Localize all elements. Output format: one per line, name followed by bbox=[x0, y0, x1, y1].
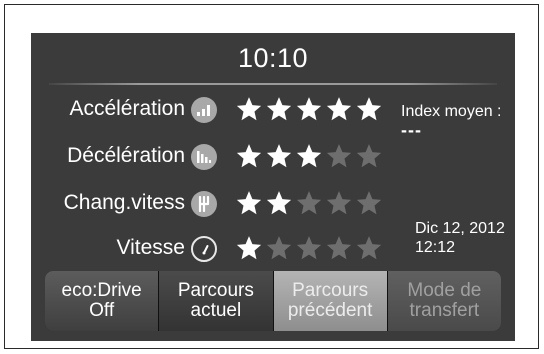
tab-parcours-precedent[interactable]: Parcours précédent bbox=[273, 271, 388, 331]
metric-row-gearshift: Chang.vitess bbox=[31, 187, 401, 221]
display-screen: 10:10 Accélération Décélération Chang.vi… bbox=[31, 33, 515, 341]
metric-label: Décélération bbox=[67, 144, 185, 167]
star-filled-icon bbox=[266, 144, 292, 168]
star-empty-icon bbox=[326, 191, 352, 215]
metric-row-speed: Vitesse bbox=[31, 232, 401, 266]
star-empty-icon bbox=[356, 144, 382, 168]
tab-line2: actuel bbox=[190, 300, 242, 321]
metric-label: Vitesse bbox=[116, 236, 186, 259]
deceleration-bars-icon bbox=[191, 144, 217, 170]
star-filled-icon bbox=[296, 144, 322, 168]
index-value: --- bbox=[401, 120, 422, 140]
header-divider bbox=[49, 83, 497, 85]
acceleration-bars-icon bbox=[191, 97, 217, 123]
star-empty-icon bbox=[326, 236, 352, 260]
metric-row-deceleration: Décélération bbox=[31, 140, 401, 174]
date-text: Dic 12, 2012 bbox=[415, 220, 505, 237]
star-filled-icon bbox=[356, 97, 382, 121]
star-empty-icon bbox=[356, 236, 382, 260]
clock-time: 10:10 bbox=[237, 43, 309, 73]
tab-mode-transfert[interactable]: Mode de transfert bbox=[387, 271, 501, 331]
star-filled-icon bbox=[266, 191, 292, 215]
star-rating bbox=[235, 95, 385, 125]
star-filled-icon bbox=[236, 191, 262, 215]
star-rating bbox=[235, 234, 385, 264]
tab-parcours-actuel[interactable]: Parcours actuel bbox=[159, 271, 274, 331]
tab-line2: Off bbox=[89, 300, 115, 321]
star-filled-icon bbox=[326, 97, 352, 121]
tab-line1: Mode de bbox=[407, 280, 482, 301]
star-filled-icon bbox=[266, 97, 292, 121]
tab-line2: précédent bbox=[287, 300, 373, 321]
star-empty-icon bbox=[296, 191, 322, 215]
star-rating bbox=[235, 142, 385, 172]
star-rating bbox=[235, 189, 385, 219]
metric-label: Accélération bbox=[69, 97, 185, 120]
date-time-text: 12:12 bbox=[415, 239, 456, 256]
star-empty-icon bbox=[356, 191, 382, 215]
gearshift-icon bbox=[191, 191, 217, 217]
tab-line1: Parcours bbox=[292, 280, 369, 301]
bottom-tab-bar: eco:Drive Off Parcours actuel Parcours p… bbox=[45, 271, 501, 331]
figure-frame: 10:10 Accélération Décélération Chang.vi… bbox=[4, 4, 539, 349]
tab-line1: Parcours bbox=[177, 280, 254, 301]
star-empty-icon bbox=[266, 236, 292, 260]
metric-row-acceleration: Accélération bbox=[31, 93, 401, 127]
star-empty-icon bbox=[296, 236, 322, 260]
index-label: Index moyen : bbox=[401, 103, 502, 120]
star-filled-icon bbox=[236, 144, 262, 168]
star-filled-icon bbox=[236, 97, 262, 121]
speedometer-icon bbox=[191, 236, 217, 262]
metric-label: Chang.vitess bbox=[63, 191, 185, 214]
tab-ecodrive-off[interactable]: eco:Drive Off bbox=[45, 271, 160, 331]
tab-line2: transfert bbox=[409, 300, 480, 321]
star-filled-icon bbox=[236, 236, 262, 260]
tab-line1: eco:Drive bbox=[61, 280, 142, 301]
star-empty-icon bbox=[326, 144, 352, 168]
star-filled-icon bbox=[296, 97, 322, 121]
